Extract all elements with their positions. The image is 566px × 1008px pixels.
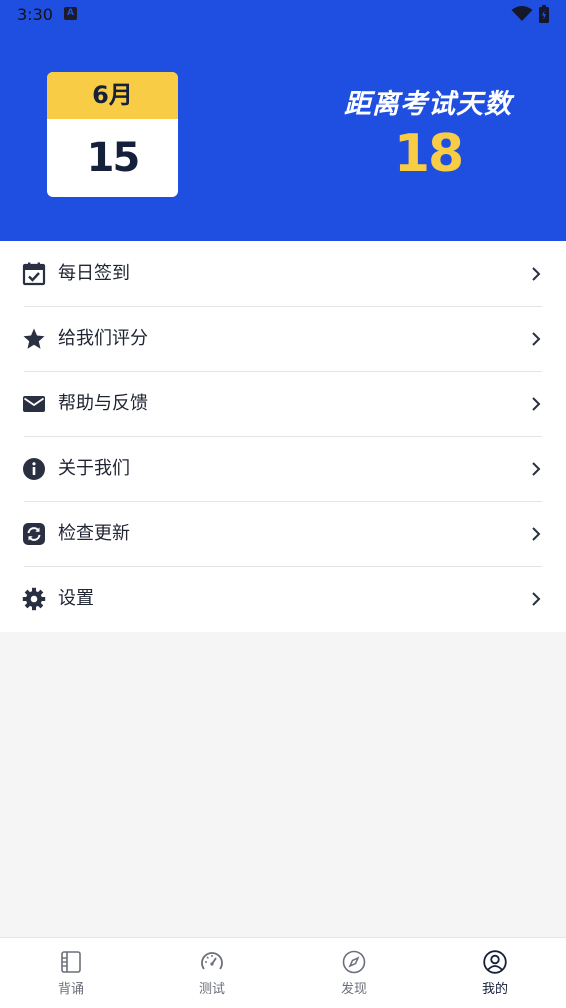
tab-mine[interactable]: 我的 (455, 938, 535, 1008)
settings-menu: 每日签到 给我们评分 帮助与反馈 关于我们 检查更新 设置 (0, 241, 566, 632)
gear-icon (22, 587, 46, 611)
profile-header: 3:30 A 6月 15 距离考试天数 18 (0, 0, 566, 241)
a-icon: A (64, 7, 77, 20)
calendar-card: 6月 15 (47, 72, 178, 197)
countdown-title: 距离考试天数 (344, 89, 512, 120)
menu-label: 帮助与反馈 (58, 393, 148, 414)
menu-item-check-update[interactable]: 检查更新 (0, 501, 566, 566)
menu-label: 给我们评分 (58, 328, 148, 349)
info-icon (23, 458, 45, 480)
status-time: 3:30 (17, 5, 53, 24)
compass-icon (342, 950, 366, 974)
calendar-month: 6月 (47, 72, 178, 119)
wifi-icon (511, 6, 533, 21)
tab-label: 背诵 (57, 982, 84, 997)
calendar-day: 15 (86, 135, 141, 181)
chevron-right-icon (532, 332, 541, 346)
chevron-right-icon (532, 527, 541, 541)
battery-charging-icon (539, 5, 549, 23)
tab-label: 发现 (340, 982, 367, 997)
chevron-right-icon (532, 592, 541, 606)
speedometer-icon (201, 952, 223, 970)
menu-item-help-feedback[interactable]: 帮助与反馈 (0, 371, 566, 436)
star-icon (23, 328, 45, 349)
countdown-value: 18 (393, 124, 464, 184)
notebook-icon (61, 951, 81, 973)
chevron-right-icon (532, 397, 541, 411)
tab-test[interactable]: 测试 (172, 938, 252, 1008)
chevron-right-icon (532, 462, 541, 476)
menu-label: 设置 (58, 588, 94, 609)
menu-item-about-us[interactable]: 关于我们 (0, 436, 566, 501)
calendar-check-icon (22, 262, 46, 286)
tab-label: 我的 (481, 982, 508, 997)
menu-label: 检查更新 (58, 523, 130, 544)
bottom-tab-bar: 背诵 测试 发现 我的 (0, 937, 566, 1008)
menu-label: 关于我们 (58, 458, 130, 479)
menu-item-rate-us[interactable]: 给我们评分 (0, 306, 566, 371)
refresh-icon (23, 523, 45, 545)
status-bar: 3:30 A (0, 0, 566, 28)
mail-icon (23, 396, 45, 412)
tab-label: 测试 (198, 982, 225, 997)
user-circle-icon (483, 950, 507, 974)
menu-item-daily-checkin[interactable]: 每日签到 (0, 241, 566, 306)
chevron-right-icon (532, 267, 541, 281)
menu-label: 每日签到 (58, 263, 130, 284)
tab-discover[interactable]: 发现 (314, 938, 394, 1008)
tab-recite[interactable]: 背诵 (31, 938, 111, 1008)
menu-item-settings[interactable]: 设置 (0, 566, 566, 631)
